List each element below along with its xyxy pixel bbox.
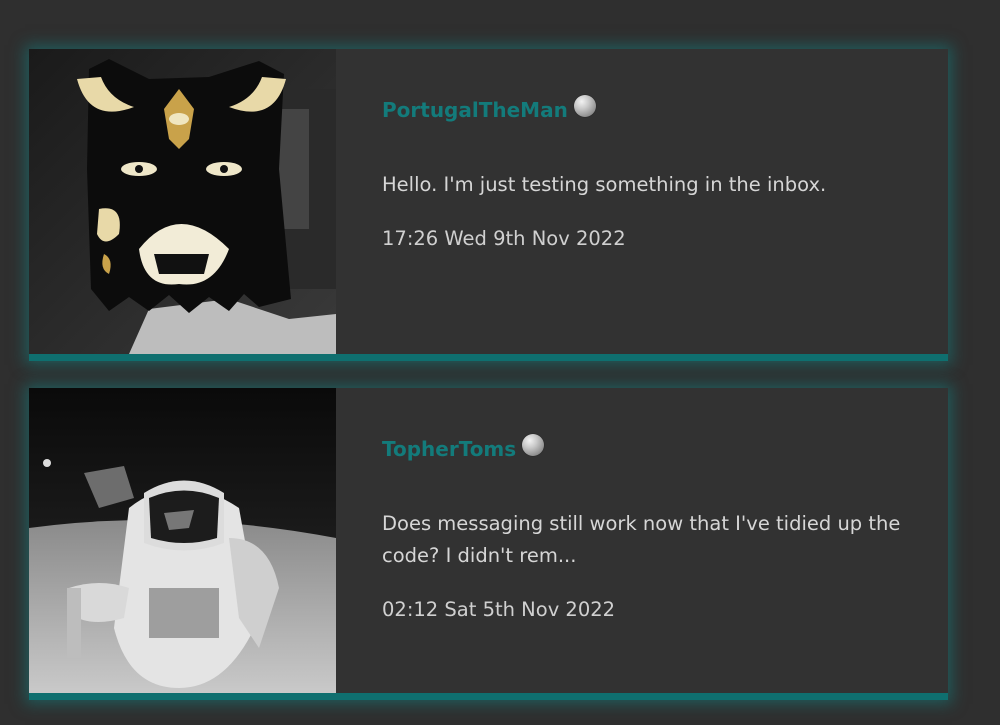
avatar[interactable] bbox=[29, 388, 336, 693]
message-timestamp: 02:12 Sat 5th Nov 2022 bbox=[382, 598, 616, 621]
status-dot-icon bbox=[573, 95, 596, 117]
message-card[interactable]: PortugalTheMan Hello. I'm just testing s… bbox=[29, 49, 948, 361]
message-preview[interactable]: Does messaging still work now that I've … bbox=[382, 508, 922, 572]
message-content: TopherToms Does messaging still work now… bbox=[336, 388, 948, 693]
avatar-astronaut-image bbox=[29, 388, 336, 693]
message-card[interactable]: TopherToms Does messaging still work now… bbox=[29, 388, 948, 700]
status-dot-icon bbox=[522, 434, 545, 456]
message-content: PortugalTheMan Hello. I'm just testing s… bbox=[336, 49, 948, 354]
sender-row: PortugalTheMan bbox=[382, 93, 948, 127]
sender-name-link[interactable]: TopherToms bbox=[382, 437, 516, 461]
avatar-mask-image bbox=[29, 49, 336, 354]
inbox-page: PortugalTheMan Hello. I'm just testing s… bbox=[0, 0, 1000, 725]
message-preview[interactable]: Hello. I'm just testing something in the… bbox=[382, 169, 922, 201]
sender-row: TopherToms bbox=[382, 432, 948, 466]
avatar[interactable] bbox=[29, 49, 336, 354]
sender-name-link[interactable]: PortugalTheMan bbox=[382, 98, 568, 122]
message-timestamp: 17:26 Wed 9th Nov 2022 bbox=[382, 227, 626, 250]
